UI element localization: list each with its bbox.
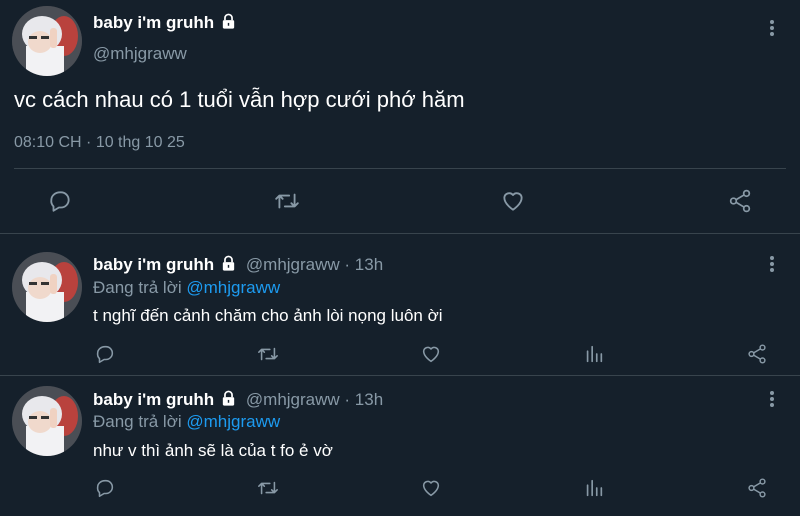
avatar[interactable] xyxy=(12,386,82,456)
replying-to-handle[interactable]: @mhjgraww xyxy=(186,278,280,297)
replying-to-handle[interactable]: @mhjgraww xyxy=(186,412,280,431)
author-display-name[interactable]: baby i'm gruhh xyxy=(93,390,214,409)
share-icon xyxy=(729,189,751,213)
divider xyxy=(14,168,786,169)
heart-icon xyxy=(422,346,440,363)
like-button[interactable] xyxy=(418,342,444,366)
reply-bubble-icon xyxy=(50,191,70,212)
reply-header: baby i'm gruhh @mhjgraww · 13h xyxy=(93,390,383,412)
avatar[interactable] xyxy=(12,252,82,322)
views-button[interactable] xyxy=(581,342,607,366)
retweet-button[interactable] xyxy=(255,476,281,500)
like-button[interactable] xyxy=(418,476,444,500)
lock-icon xyxy=(220,255,237,277)
author-handle[interactable]: @mhjgraww xyxy=(93,44,187,64)
divider xyxy=(0,233,800,234)
share-button[interactable] xyxy=(744,342,770,366)
replying-to: Đang trả lời @mhjgraww xyxy=(93,278,280,298)
views-button[interactable] xyxy=(581,476,607,500)
share-button[interactable] xyxy=(744,476,770,500)
reply-bubble-icon xyxy=(96,479,114,498)
retweet-button[interactable] xyxy=(271,185,303,217)
share-icon xyxy=(748,344,766,364)
lock-icon xyxy=(220,390,237,412)
share-button[interactable] xyxy=(724,185,756,217)
retweet-icon xyxy=(258,347,278,361)
avatar-image xyxy=(12,386,82,456)
analytics-bars-icon xyxy=(586,345,603,363)
more-options-button[interactable] xyxy=(762,389,782,409)
replying-to: Đang trả lời @mhjgraww xyxy=(93,412,280,432)
author-handle-time[interactable]: @mhjgraww · 13h xyxy=(246,255,383,274)
author-handle-time[interactable]: @mhjgraww · 13h xyxy=(246,390,383,409)
retweet-button[interactable] xyxy=(255,342,281,366)
reply-text: như v thì ảnh sẽ là của t fo ẻ vờ xyxy=(93,441,333,460)
reply-bubble-icon xyxy=(96,345,114,364)
heart-icon xyxy=(503,192,523,211)
heart-icon xyxy=(422,480,440,497)
tweet-text: vc cách nhau có 1 tuổi vẫn hợp cưới phớ … xyxy=(14,87,465,112)
share-icon xyxy=(748,478,766,498)
more-vertical-icon xyxy=(770,20,774,36)
reply-button[interactable] xyxy=(92,342,118,366)
divider xyxy=(0,375,800,376)
author-display-name[interactable]: baby i'm gruhh xyxy=(93,13,237,35)
retweet-icon xyxy=(275,193,299,209)
retweet-icon xyxy=(258,481,278,495)
more-vertical-icon xyxy=(770,256,774,272)
more-vertical-icon xyxy=(770,391,774,407)
avatar-image xyxy=(12,252,82,322)
avatar-image xyxy=(12,6,82,76)
like-button[interactable] xyxy=(497,185,529,217)
analytics-bars-icon xyxy=(586,479,603,497)
reply-text: t nghĩ đến cảnh chăm cho ảnh lòi nọng lu… xyxy=(93,306,443,325)
more-options-button[interactable] xyxy=(762,254,782,274)
more-options-button[interactable] xyxy=(762,18,782,38)
reply-button[interactable] xyxy=(92,476,118,500)
avatar[interactable] xyxy=(12,6,82,76)
replying-to-label: Đang trả lời xyxy=(93,278,187,297)
reply-header: baby i'm gruhh @mhjgraww · 13h xyxy=(93,255,383,277)
lock-icon xyxy=(220,13,237,35)
reply-button[interactable] xyxy=(44,185,76,217)
replying-to-label: Đang trả lời xyxy=(93,412,187,431)
tweet-timestamp[interactable]: 08:10 CH · 10 thg 10 25 xyxy=(14,134,185,152)
author-display-name[interactable]: baby i'm gruhh xyxy=(93,255,214,274)
